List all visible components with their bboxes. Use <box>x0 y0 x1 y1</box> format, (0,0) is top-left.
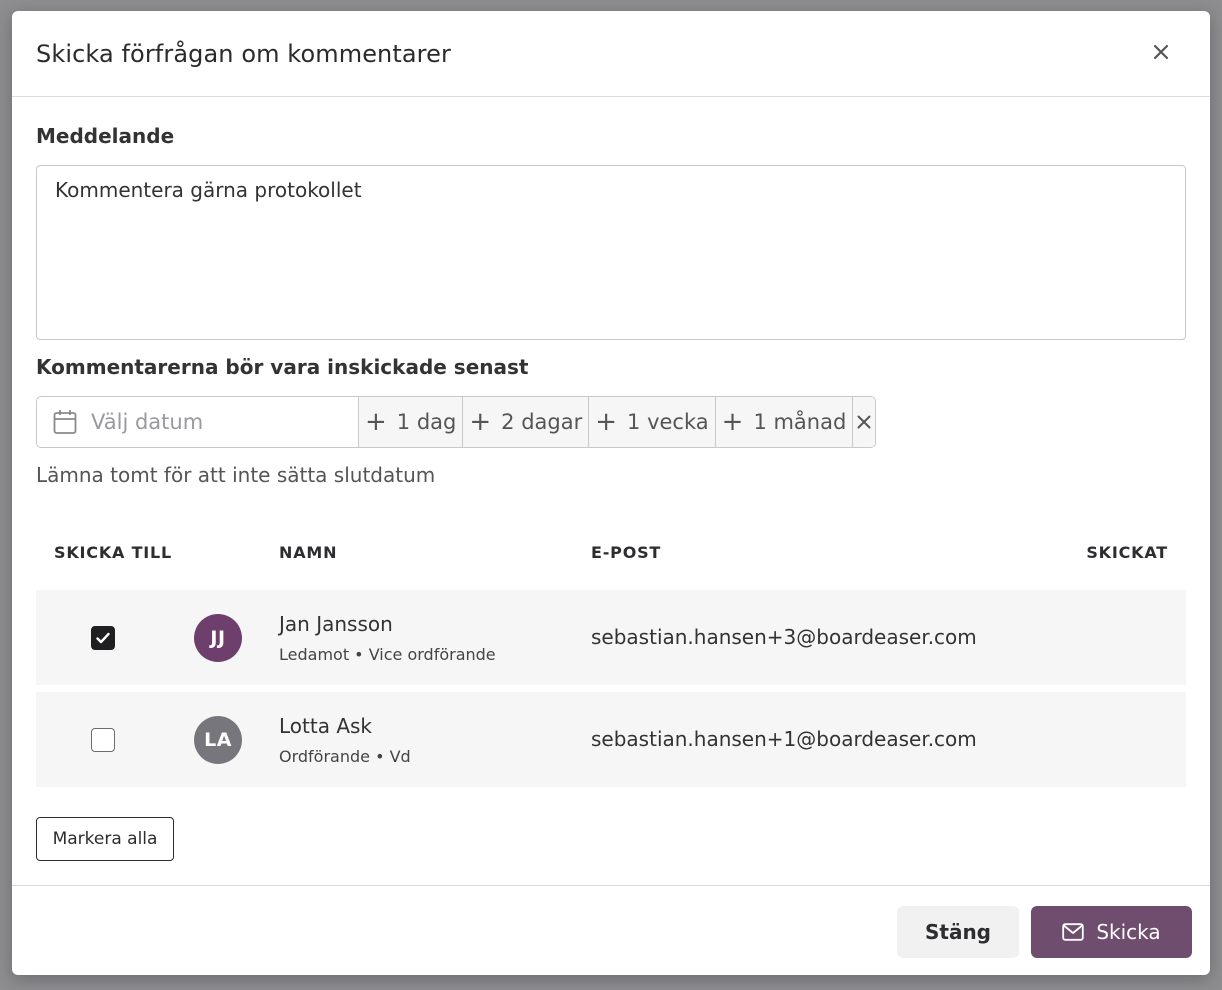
recipients-table-header: SKICKA TILL NAMN E-POST SKICKAT <box>36 543 1186 567</box>
recipient-email: sebastian.hansen+3@boardeaser.com <box>591 625 977 649</box>
quick-label: 2 dagar <box>501 410 583 434</box>
recipient-checkbox[interactable] <box>91 626 115 650</box>
check-icon <box>96 632 110 644</box>
deadline-label: Kommentarerna bör vara inskickade senast <box>36 355 529 379</box>
dialog-footer: Stäng Skicka <box>12 885 1210 975</box>
plus-icon: + <box>365 407 387 437</box>
recipient-role: Ordförande • Vd <box>279 747 411 766</box>
close-button[interactable]: Stäng <box>897 906 1019 958</box>
dialog-title: Skicka förfrågan om kommentarer <box>36 39 451 68</box>
header-send-to: SKICKA TILL <box>54 543 173 562</box>
quick-label: 1 månad <box>753 410 847 434</box>
recipient-role: Ledamot • Vice ordförande <box>279 645 496 664</box>
recipient-email: sebastian.hansen+1@boardeaser.com <box>591 727 977 751</box>
plus-icon: + <box>721 407 744 437</box>
plus-icon: + <box>469 407 492 437</box>
header-name: NAMN <box>279 543 338 562</box>
quick-label: 1 vecka <box>627 410 709 434</box>
recipient-name: Lotta Ask <box>279 714 373 738</box>
avatar: JJ <box>194 614 242 662</box>
table-row: JJ Jan Jansson Ledamot • Vice ordförande… <box>36 590 1186 685</box>
message-label: Meddelande <box>36 124 175 148</box>
quick-2-days-button[interactable]: +2 dagar <box>463 397 590 447</box>
comment-request-dialog: Skicka förfrågan om kommentarer Meddelan… <box>12 11 1210 975</box>
deadline-hint: Lämna tomt för att inte sätta slutdatum <box>36 463 436 487</box>
clear-icon <box>857 415 871 429</box>
table-row: LA Lotta Ask Ordförande • Vd sebastian.h… <box>36 692 1186 787</box>
plus-icon: + <box>595 407 618 437</box>
send-label: Skicka <box>1096 920 1161 944</box>
header-sent: SKICKAT <box>1086 543 1168 562</box>
envelope-icon <box>1062 923 1085 941</box>
header-email: E-POST <box>591 543 662 562</box>
message-textarea[interactable]: Kommentera gärna protokollet <box>36 165 1186 340</box>
date-placeholder: Välj datum <box>91 410 204 434</box>
quick-1-month-button[interactable]: +1 månad <box>715 397 854 447</box>
mark-all-button[interactable]: Markera alla <box>36 817 174 861</box>
quick-1-week-button[interactable]: +1 vecka <box>589 397 716 447</box>
recipient-checkbox[interactable] <box>91 728 115 752</box>
calendar-icon <box>53 410 77 434</box>
quick-1-day-button[interactable]: +1 dag <box>359 397 464 447</box>
avatar: LA <box>194 716 242 764</box>
clear-date-button[interactable] <box>853 397 876 447</box>
recipient-name: Jan Jansson <box>279 612 393 636</box>
date-input[interactable]: Välj datum <box>37 397 359 447</box>
dialog-header: Skicka förfrågan om kommentarer <box>12 11 1210 97</box>
close-icon[interactable] <box>1150 41 1172 63</box>
quick-label: 1 dag <box>396 410 457 434</box>
send-button[interactable]: Skicka <box>1031 906 1192 958</box>
deadline-picker: Välj datum +1 dag +2 dagar +1 vecka +1 m… <box>36 396 877 448</box>
